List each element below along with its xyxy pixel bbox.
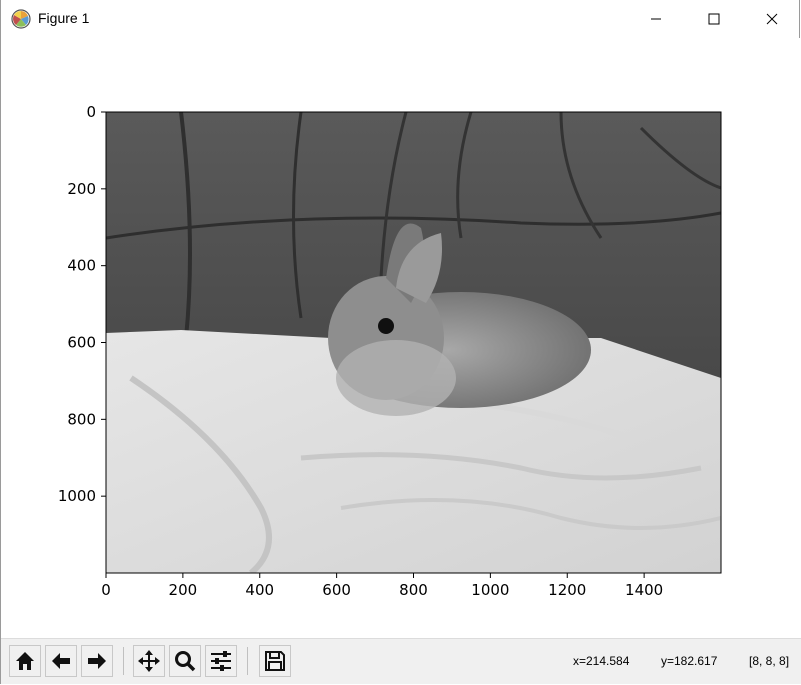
configure-subplots-icon	[211, 651, 231, 671]
y-tick-label: 600	[67, 334, 96, 352]
figure-window: Figure 1 0 200 400 600 800 1000 1200 140…	[0, 0, 801, 684]
cursor-y-readout: y=182.617	[661, 654, 718, 668]
x-tick-label: 1000	[471, 581, 509, 599]
matplotlib-icon	[11, 9, 31, 29]
x-tick-label: 1200	[548, 581, 586, 599]
y-tick-label: 800	[67, 410, 96, 428]
close-button[interactable]	[749, 0, 795, 38]
x-tick-label: 1400	[625, 581, 663, 599]
pan-icon	[138, 650, 160, 672]
maximize-icon	[708, 13, 720, 25]
back-icon	[52, 653, 70, 669]
home-button[interactable]	[9, 645, 41, 677]
save-icon	[265, 651, 285, 671]
toolbar-separator	[123, 647, 124, 675]
y-tick-label: 400	[67, 257, 96, 275]
pan-button[interactable]	[133, 645, 165, 677]
configure-subplots-button[interactable]	[205, 645, 237, 677]
forward-icon	[88, 653, 106, 669]
minimize-button[interactable]	[633, 0, 679, 38]
x-tick-label: 400	[245, 581, 274, 599]
y-axis: 0 200 400 600 800 1000	[58, 103, 106, 505]
minimize-icon	[651, 18, 661, 20]
y-tick-label: 0	[86, 103, 96, 121]
x-tick-label: 0	[101, 581, 111, 599]
y-tick-label: 1000	[58, 487, 96, 505]
x-tick-label: 800	[399, 581, 428, 599]
home-icon	[16, 652, 34, 670]
x-axis: 0 200 400 600 800 1000 1200 1400	[101, 573, 663, 599]
grayscale-image	[106, 112, 721, 573]
x-tick-label: 200	[169, 581, 198, 599]
figure-canvas[interactable]: 0 200 400 600 800 1000 1200 1400 0 200 400 600 800 1…	[1, 38, 801, 638]
toolbar-separator	[247, 647, 248, 675]
plot-area[interactable]: 0 200 400 600 800 1000 1200 1400 0 200 400 600 800 1…	[1, 38, 801, 638]
y-tick-label: 200	[67, 180, 96, 198]
maximize-button[interactable]	[691, 0, 737, 38]
close-icon	[766, 13, 778, 25]
x-tick-label: 600	[322, 581, 351, 599]
title-bar[interactable]: Figure 1	[1, 0, 799, 38]
back-button[interactable]	[45, 645, 77, 677]
window-title: Figure 1	[38, 10, 90, 26]
zoom-icon	[175, 651, 196, 672]
cursor-x-readout: x=214.584	[573, 654, 630, 668]
save-button[interactable]	[259, 645, 291, 677]
forward-button[interactable]	[81, 645, 113, 677]
navigation-toolbar: x=214.584 y=182.617 [8, 8, 8]	[1, 638, 801, 684]
pixel-value-readout: [8, 8, 8]	[749, 654, 790, 668]
zoom-button[interactable]	[169, 645, 201, 677]
